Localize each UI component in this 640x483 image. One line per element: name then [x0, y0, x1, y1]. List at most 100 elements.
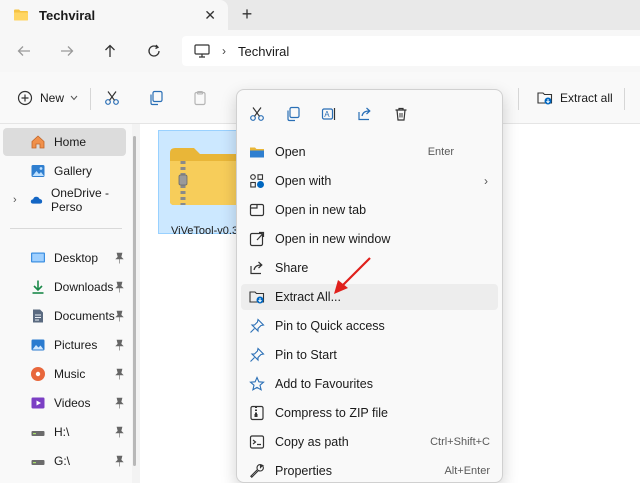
sidebar-item-gallery[interactable]: Gallery	[3, 157, 126, 185]
tab-title: Techviral	[39, 7, 96, 23]
desktop-icon	[31, 252, 45, 263]
menu-delete-button[interactable]	[390, 103, 412, 125]
menu-item-add-to-favourites[interactable]: Add to Favourites	[241, 371, 498, 397]
copy-icon	[150, 90, 163, 106]
pin-icon[interactable]	[115, 281, 124, 293]
extract-folder-icon	[537, 92, 553, 105]
chevron-right-icon[interactable]: ›	[13, 194, 17, 206]
menu-copy-button[interactable]	[282, 103, 304, 125]
pin-icon[interactable]	[115, 397, 124, 409]
menu-item-share[interactable]: Share	[241, 255, 498, 281]
menu-item-pin-to-start[interactable]: Pin to Start	[241, 342, 498, 368]
sidebar-item-drive-h[interactable]: H:\	[3, 418, 126, 446]
address-bar[interactable]: › Techviral	[182, 36, 640, 66]
chevron-right-icon: ›	[484, 174, 488, 188]
sidebar-item-label: Music	[54, 367, 86, 381]
pin-icon[interactable]	[115, 368, 124, 380]
command-separator	[624, 88, 625, 110]
menu-item-shortcut: Alt+Enter	[444, 465, 490, 477]
menu-item-shortcut: Enter	[427, 146, 454, 158]
scissors-icon	[250, 107, 264, 121]
menu-item-label: Open with	[275, 174, 332, 188]
new-button[interactable]: New	[17, 86, 78, 110]
back-button[interactable]	[12, 39, 36, 63]
extract-all-label: Extract all	[560, 91, 613, 105]
sidebar-item-home[interactable]: Home	[3, 128, 126, 156]
sidebar-item-label: Videos	[54, 396, 91, 410]
plus-circle-icon	[17, 90, 33, 106]
share-icon	[358, 107, 371, 121]
drive-icon	[31, 460, 45, 465]
menu-item-open-in-new-tab[interactable]: Open in new tab	[241, 197, 498, 223]
menu-share-button[interactable]	[354, 103, 376, 125]
file-item-vivetool-zip[interactable]: ViVeTool-v0.3.	[158, 130, 248, 237]
menu-item-label: Pin to Start	[275, 348, 337, 362]
address-row: › Techviral	[0, 30, 640, 72]
rename-icon: A	[321, 108, 336, 120]
zip-icon	[250, 405, 264, 421]
sidebar-item-documents[interactable]: Documents	[3, 302, 126, 330]
extract-all-button[interactable]: Extract all	[537, 86, 613, 110]
copy-button[interactable]	[148, 86, 164, 110]
menu-item-compress-to-zip[interactable]: Compress to ZIP file	[241, 400, 498, 426]
star-icon	[249, 376, 265, 391]
extract-folder-icon	[249, 291, 265, 304]
sidebar-item-label: Pictures	[54, 338, 98, 352]
video-icon	[31, 397, 45, 409]
sidebar-item-videos[interactable]: Videos	[3, 389, 126, 417]
sidebar-item-music[interactable]: Music	[3, 360, 126, 388]
home-icon	[31, 135, 45, 149]
sidebar-item-desktop[interactable]: Desktop	[3, 244, 126, 272]
gallery-icon	[31, 165, 45, 177]
menu-cut-button[interactable]	[246, 103, 268, 125]
new-tab-icon	[249, 203, 265, 217]
cut-button[interactable]	[104, 86, 120, 110]
arrow-up-icon	[105, 44, 115, 57]
pin-icon[interactable]	[115, 426, 124, 438]
sidebar-item-label: H:\	[54, 425, 70, 439]
tab-techviral[interactable]: Techviral ✕	[0, 0, 228, 30]
menu-item-copy-as-path[interactable]: Copy as path Ctrl+Shift+C	[241, 429, 498, 455]
refresh-icon	[148, 44, 160, 57]
music-icon	[31, 367, 45, 381]
menu-rename-button[interactable]: A	[318, 103, 340, 125]
sidebar-item-pictures[interactable]: Pictures	[3, 331, 126, 359]
menu-item-open[interactable]: Open Enter	[241, 139, 498, 165]
menu-item-pin-to-quick-access[interactable]: Pin to Quick access	[241, 313, 498, 339]
breadcrumb-separator: ›	[222, 44, 226, 58]
pin-icon[interactable]	[115, 455, 124, 467]
pin-icon[interactable]	[115, 310, 124, 322]
arrow-right-icon	[61, 46, 74, 56]
paste-button[interactable]	[192, 86, 208, 110]
menu-item-label: Share	[275, 261, 309, 275]
new-tab-button[interactable]: +	[238, 4, 256, 25]
sidebar-item-drive-g[interactable]: G:\	[3, 447, 126, 475]
menu-item-open-in-new-window[interactable]: Open in new window	[241, 226, 498, 252]
menu-item-label: Open	[275, 145, 306, 159]
menu-item-properties[interactable]: Properties Alt+Enter	[241, 458, 498, 483]
forward-button[interactable]	[55, 39, 79, 63]
wrench-icon	[250, 464, 265, 478]
arrow-left-icon	[17, 46, 30, 56]
pin-icon	[250, 347, 265, 362]
svg-text:A: A	[324, 110, 330, 119]
pin-icon[interactable]	[115, 339, 124, 351]
menu-item-label: Copy as path	[275, 435, 349, 449]
close-tab-icon[interactable]: ✕	[204, 7, 216, 24]
sidebar-item-downloads[interactable]: Downloads	[3, 273, 126, 301]
apps-icon	[250, 174, 264, 188]
sidebar-item-label: Home	[54, 135, 87, 149]
pin-icon[interactable]	[115, 252, 124, 264]
menu-item-open-with[interactable]: Open with ›	[241, 168, 498, 194]
sidebar-item-label: OneDrive - Perso	[50, 186, 109, 214]
sidebar-item-onedrive[interactable]: › OneDrive - Perso	[3, 186, 126, 214]
menu-item-label: Open in new window	[275, 232, 391, 246]
menu-item-label: Add to Favourites	[275, 377, 373, 391]
up-button[interactable]	[98, 39, 122, 63]
refresh-button[interactable]	[142, 39, 166, 63]
menu-item-extract-all[interactable]: Extract All...	[241, 284, 498, 310]
breadcrumb-techviral[interactable]: Techviral	[238, 44, 289, 59]
sidebar-scrollbar[interactable]	[133, 136, 136, 466]
command-separator	[90, 88, 91, 110]
sidebar-item-label: Documents	[54, 309, 115, 323]
